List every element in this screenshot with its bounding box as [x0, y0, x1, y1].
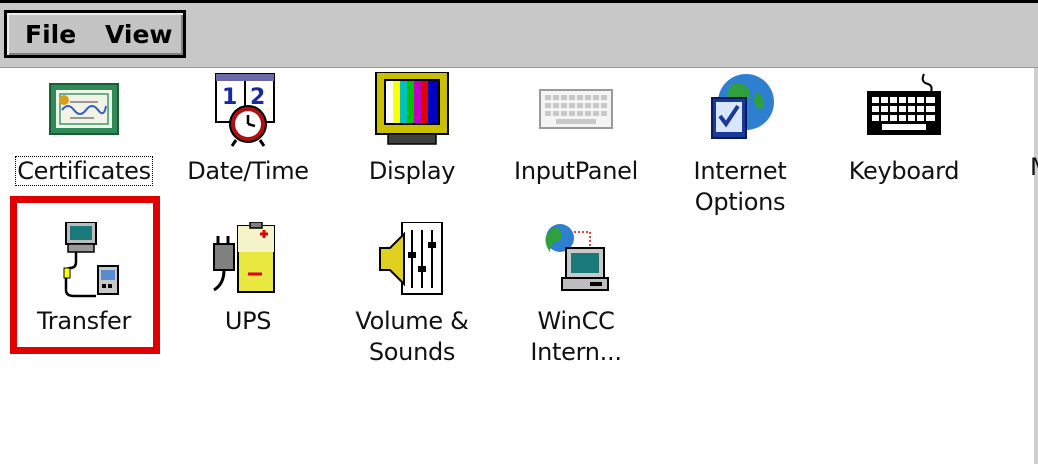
window-right-edge — [1034, 68, 1038, 464]
item-label: Date/Time — [187, 157, 309, 185]
monitor-color-bars-icon — [375, 72, 449, 145]
ups-battery-plug-icon — [213, 222, 275, 293]
menu-view[interactable]: View — [105, 19, 173, 51]
keyboard-icon — [867, 73, 941, 135]
internet-options-icon — [711, 74, 774, 139]
menu-file[interactable]: File — [25, 19, 76, 51]
item-label: Keyboard — [848, 157, 960, 185]
cutoff-item-label: M — [1030, 152, 1038, 183]
item-label: Display — [368, 157, 456, 185]
item-label: WinCC — [537, 307, 615, 335]
item-label: InputPanel — [514, 157, 638, 185]
certificate-icon — [49, 83, 119, 135]
item-label: Volume & — [355, 307, 469, 335]
transfer-icon — [63, 222, 119, 298]
volume-speaker-icon — [379, 222, 443, 295]
item-label: Transfer — [36, 307, 132, 335]
menu-bar-box: File View — [4, 10, 186, 58]
input-panel-keyboard-icon — [539, 89, 613, 129]
menu-bar: File View — [0, 3, 1038, 68]
item-label-line2: Sounds — [368, 338, 456, 366]
item-label: UPS — [224, 307, 272, 335]
wincc-internet-icon — [545, 224, 609, 291]
item-label-line2: Intern... — [530, 338, 622, 366]
item-label: Internet — [693, 157, 787, 185]
item-label: Certificates — [15, 156, 153, 186]
calendar-clock-icon: 1 2 — [215, 73, 275, 147]
svg-text:1: 1 — [222, 85, 237, 110]
item-label-line2: Options — [694, 188, 786, 216]
